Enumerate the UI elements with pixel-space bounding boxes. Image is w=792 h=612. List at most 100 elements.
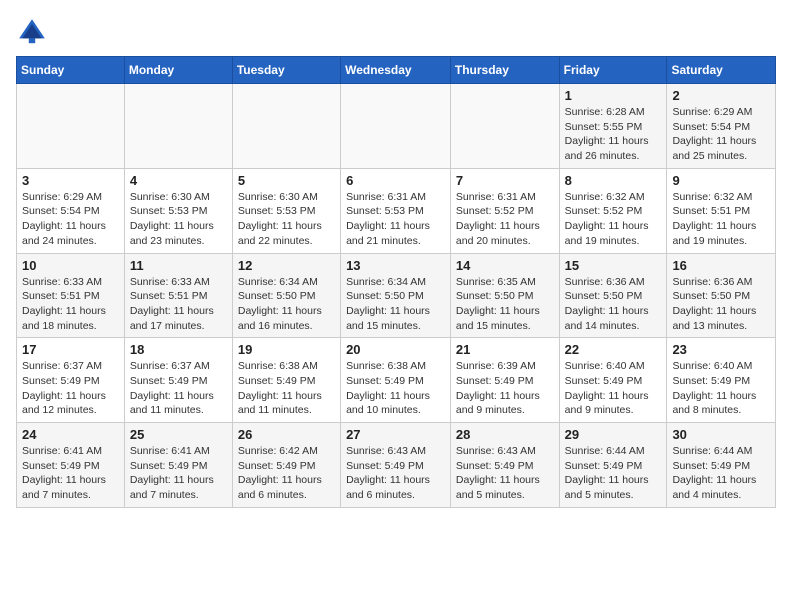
calendar-cell: 4 Sunrise: 6:30 AMSunset: 5:53 PMDaylight… [124,168,232,253]
calendar-cell [124,84,232,169]
day-info: Sunrise: 6:44 AMSunset: 5:49 PMDaylight:… [565,444,662,503]
calendar-cell: 22Sunrise: 6:40 AMSunset: 5:49 PMDayligh… [559,338,667,423]
calendar-cell: 27 Sunrise: 6:43 AMSunset: 5:49 PMDayligh… [341,423,451,508]
page-header [16,16,776,48]
calendar-week-row: 24 Sunrise: 6:41 AMSunset: 5:49 PMDayligh… [17,423,776,508]
day-info: Sunrise: 6:30 AMSunset: 5:53 PMDaylight:… [238,190,335,249]
calendar-cell: 9 Sunrise: 6:32 AMSunset: 5:51 PMDaylight… [667,168,776,253]
calendar-cell: 17 Sunrise: 6:37 AMSunset: 5:49 PMDayligh… [17,338,125,423]
day-number: 9 [672,173,770,188]
day-info: Sunrise: 6:31 AMSunset: 5:53 PMDaylight:… [346,190,445,249]
day-number: 27 [346,427,445,442]
calendar-table: SundayMondayTuesdayWednesdayThursdayFrid… [16,56,776,508]
day-info: Sunrise: 6:28 AMSunset: 5:55 PMDaylight:… [565,105,662,164]
day-info: Sunrise: 6:29 AMSunset: 5:54 PMDaylight:… [672,105,770,164]
calendar-cell: 21 Sunrise: 6:39 AMSunset: 5:49 PMDayligh… [450,338,559,423]
day-number: 7 [456,173,554,188]
calendar-cell: 2 Sunrise: 6:29 AMSunset: 5:54 PMDaylight… [667,84,776,169]
day-info: Sunrise: 6:36 AMSunset: 5:50 PMDaylight:… [565,275,662,334]
day-number: 6 [346,173,445,188]
calendar-cell [17,84,125,169]
calendar-cell: 26Sunrise: 6:42 AMSunset: 5:49 PMDayligh… [232,423,340,508]
calendar-cell: 15 Sunrise: 6:36 AMSunset: 5:50 PMDayligh… [559,253,667,338]
day-info: Sunrise: 6:37 AMSunset: 5:49 PMDaylight:… [130,359,227,418]
calendar-cell: 16 Sunrise: 6:36 AMSunset: 5:50 PMDayligh… [667,253,776,338]
day-number: 17 [22,342,119,357]
day-number: 30 [672,427,770,442]
calendar-cell: 25Sunrise: 6:41 AMSunset: 5:49 PMDayligh… [124,423,232,508]
calendar-cell: 18 Sunrise: 6:37 AMSunset: 5:49 PMDayligh… [124,338,232,423]
calendar-cell [341,84,451,169]
calendar-week-row: 1Sunrise: 6:28 AMSunset: 5:55 PMDaylight… [17,84,776,169]
calendar-cell: 7 Sunrise: 6:31 AMSunset: 5:52 PMDaylight… [450,168,559,253]
day-info: Sunrise: 6:43 AMSunset: 5:49 PMDaylight:… [346,444,445,503]
day-info: Sunrise: 6:30 AMSunset: 5:53 PMDaylight:… [130,190,227,249]
calendar-cell [232,84,340,169]
day-number: 2 [672,88,770,103]
day-info: Sunrise: 6:33 AMSunset: 5:51 PMDaylight:… [130,275,227,334]
day-number: 15 [565,258,662,273]
day-number: 28 [456,427,554,442]
calendar-week-row: 10 Sunrise: 6:33 AMSunset: 5:51 PMDayligh… [17,253,776,338]
calendar-header-row: SundayMondayTuesdayWednesdayThursdayFrid… [17,57,776,84]
day-number: 5 [238,173,335,188]
calendar-cell: 24 Sunrise: 6:41 AMSunset: 5:49 PMDayligh… [17,423,125,508]
day-info: Sunrise: 6:39 AMSunset: 5:49 PMDaylight:… [456,359,554,418]
weekday-header: Monday [124,57,232,84]
day-info: Sunrise: 6:44 AMSunset: 5:49 PMDaylight:… [672,444,770,503]
day-number: 25 [130,427,227,442]
day-info: Sunrise: 6:32 AMSunset: 5:51 PMDaylight:… [672,190,770,249]
day-info: Sunrise: 6:38 AMSunset: 5:49 PMDaylight:… [346,359,445,418]
day-number: 10 [22,258,119,273]
day-info: Sunrise: 6:32 AMSunset: 5:52 PMDaylight:… [565,190,662,249]
day-number: 12 [238,258,335,273]
day-number: 3 [22,173,119,188]
day-number: 24 [22,427,119,442]
day-number: 21 [456,342,554,357]
day-info: Sunrise: 6:40 AMSunset: 5:49 PMDaylight:… [565,359,662,418]
day-number: 8 [565,173,662,188]
day-info: Sunrise: 6:29 AMSunset: 5:54 PMDaylight:… [22,190,119,249]
calendar-cell: 20Sunrise: 6:38 AMSunset: 5:49 PMDayligh… [341,338,451,423]
weekday-header: Thursday [450,57,559,84]
calendar-cell: 6 Sunrise: 6:31 AMSunset: 5:53 PMDaylight… [341,168,451,253]
day-info: Sunrise: 6:31 AMSunset: 5:52 PMDaylight:… [456,190,554,249]
day-info: Sunrise: 6:33 AMSunset: 5:51 PMDaylight:… [22,275,119,334]
day-info: Sunrise: 6:42 AMSunset: 5:49 PMDaylight:… [238,444,335,503]
calendar-cell: 30 Sunrise: 6:44 AMSunset: 5:49 PMDayligh… [667,423,776,508]
day-number: 23 [672,342,770,357]
day-number: 16 [672,258,770,273]
day-info: Sunrise: 6:41 AMSunset: 5:49 PMDaylight:… [22,444,119,503]
day-number: 11 [130,258,227,273]
calendar-cell: 23 Sunrise: 6:40 AMSunset: 5:49 PMDayligh… [667,338,776,423]
weekday-header: Wednesday [341,57,451,84]
calendar-cell: 11 Sunrise: 6:33 AMSunset: 5:51 PMDayligh… [124,253,232,338]
calendar-cell: 10 Sunrise: 6:33 AMSunset: 5:51 PMDayligh… [17,253,125,338]
calendar-cell: 5 Sunrise: 6:30 AMSunset: 5:53 PMDaylight… [232,168,340,253]
day-info: Sunrise: 6:36 AMSunset: 5:50 PMDaylight:… [672,275,770,334]
weekday-header: Saturday [667,57,776,84]
calendar-cell: 13 Sunrise: 6:34 AMSunset: 5:50 PMDayligh… [341,253,451,338]
day-info: Sunrise: 6:40 AMSunset: 5:49 PMDaylight:… [672,359,770,418]
day-info: Sunrise: 6:35 AMSunset: 5:50 PMDaylight:… [456,275,554,334]
calendar-cell: 12 Sunrise: 6:34 AMSunset: 5:50 PMDayligh… [232,253,340,338]
day-number: 14 [456,258,554,273]
day-info: Sunrise: 6:38 AMSunset: 5:49 PMDaylight:… [238,359,335,418]
calendar-cell: 1Sunrise: 6:28 AMSunset: 5:55 PMDaylight… [559,84,667,169]
weekday-header: Sunday [17,57,125,84]
logo-icon [16,16,48,48]
calendar-cell: 19 Sunrise: 6:38 AMSunset: 5:49 PMDayligh… [232,338,340,423]
day-info: Sunrise: 6:34 AMSunset: 5:50 PMDaylight:… [238,275,335,334]
day-info: Sunrise: 6:37 AMSunset: 5:49 PMDaylight:… [22,359,119,418]
calendar-cell: 14 Sunrise: 6:35 AMSunset: 5:50 PMDayligh… [450,253,559,338]
day-number: 4 [130,173,227,188]
day-info: Sunrise: 6:34 AMSunset: 5:50 PMDaylight:… [346,275,445,334]
day-number: 18 [130,342,227,357]
calendar-week-row: 17 Sunrise: 6:37 AMSunset: 5:49 PMDayligh… [17,338,776,423]
calendar-cell: 3 Sunrise: 6:29 AMSunset: 5:54 PMDaylight… [17,168,125,253]
weekday-header: Tuesday [232,57,340,84]
day-number: 19 [238,342,335,357]
calendar-cell [450,84,559,169]
calendar-week-row: 3 Sunrise: 6:29 AMSunset: 5:54 PMDaylight… [17,168,776,253]
day-number: 13 [346,258,445,273]
